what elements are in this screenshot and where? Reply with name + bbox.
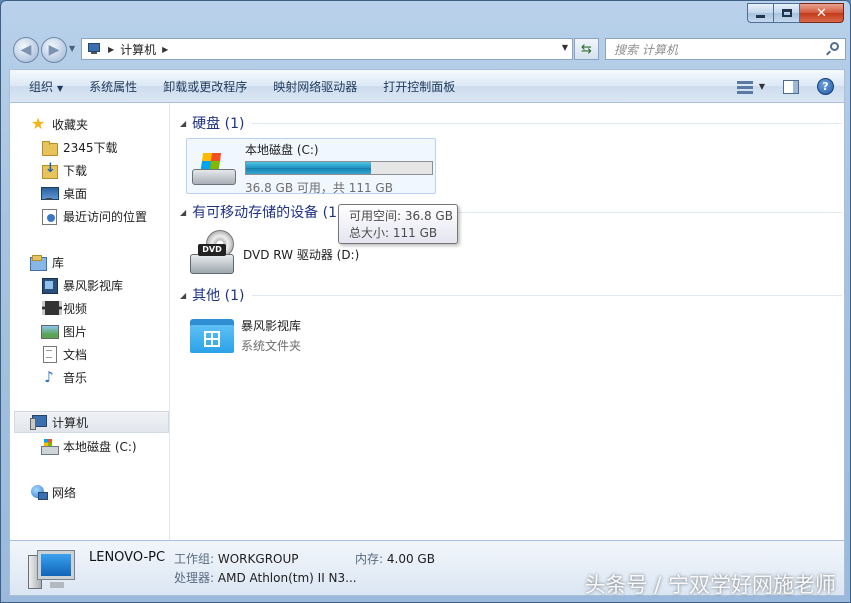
collapse-arrow-icon[interactable]: ◢ <box>180 119 186 128</box>
close-button[interactable]: ✕ <box>800 3 844 23</box>
sidebar-item-computer[interactable]: 计算机 <box>14 411 169 433</box>
pictures-icon <box>41 323 59 339</box>
sidebar-item-music[interactable]: ♪ 音乐 <box>41 366 87 388</box>
memory-info: 内存: 4.00 GB <box>355 552 435 566</box>
uninstall-program-button[interactable]: 卸载或更改程序 <box>150 78 260 95</box>
search-input[interactable]: 搜索 计算机 <box>614 41 678 58</box>
address-bar[interactable]: ▶ 计算机 ▶ ▼ <box>81 38 573 60</box>
recent-pages-dropdown[interactable]: ▼ <box>69 44 75 53</box>
folder-icon <box>41 139 58 156</box>
recent-places-icon <box>41 208 57 225</box>
computer-icon <box>30 414 47 430</box>
network-icon <box>30 484 48 500</box>
navigation-bar: ◀ ▶ ▼ ▶ 计算机 ▶ ▼ ⇆ 搜索 计算机 <box>1 34 850 64</box>
sidebar-item-local-disk-c[interactable]: 本地磁盘 (C:) <box>41 435 137 457</box>
sidebar-item-network[interactable]: 网络 <box>30 481 76 503</box>
collapse-arrow-icon[interactable]: ◢ <box>180 291 186 300</box>
map-network-drive-button[interactable]: 映射网络驱动器 <box>260 78 370 95</box>
refresh-icon: ⇆ <box>581 41 592 57</box>
close-icon: ✕ <box>816 5 827 21</box>
divider <box>252 122 842 124</box>
library-tile-baofeng[interactable]: 暴风影视库 系统文件夹 <box>188 315 428 359</box>
drive-name: DVD RW 驱动器 (D:) <box>243 247 360 262</box>
breadcrumb-chevron-icon[interactable]: ▶ <box>108 45 114 54</box>
command-bar: 组织 ▼ 系统属性 卸载或更改程序 映射网络驱动器 打开控制面板 ▼ ? <box>9 69 845 103</box>
search-icon[interactable] <box>826 42 839 56</box>
drive-tooltip: 可用空间: 36.8 GB 总大小: 111 GB <box>338 204 458 244</box>
minimize-button[interactable] <box>747 3 774 23</box>
hard-drive-icon <box>190 149 238 189</box>
computer-icon <box>28 549 76 591</box>
breadcrumb-computer[interactable]: 计算机 <box>120 41 156 58</box>
media-library-icon <box>188 315 236 355</box>
drive-space-text: 36.8 GB 可用，共 111 GB <box>245 181 393 195</box>
watermark-text: 头条号 / 宁双学好网施老师 <box>584 573 836 597</box>
maximize-button[interactable] <box>774 3 800 23</box>
sidebar-item-downloads[interactable]: 下载 <box>41 159 87 181</box>
search-box[interactable]: 搜索 计算机 <box>605 38 846 60</box>
disk-usage-bar <box>245 161 433 175</box>
breadcrumb-chevron-icon[interactable]: ▶ <box>162 45 168 54</box>
drive-tile-c[interactable]: 本地磁盘 (C:) 36.8 GB 可用，共 111 GB <box>186 138 436 195</box>
forward-button[interactable]: ▶ <box>41 37 67 63</box>
downloads-icon <box>41 161 58 179</box>
navigation-pane: ★ 收藏夹 2345下载 下载 桌面 最近访问的位置 库 <box>10 103 170 540</box>
processor-info: 处理器: AMD Athlon(tm) II N3... <box>174 571 357 585</box>
sidebar-item-favorites[interactable]: ★ 收藏夹 <box>30 113 88 135</box>
window-controls: ✕ <box>747 3 844 23</box>
video-icon <box>41 300 62 316</box>
sidebar-item-2345-downloads[interactable]: 2345下载 <box>41 136 118 158</box>
sidebar-item-libraries[interactable]: 库 <box>30 251 64 273</box>
organize-button[interactable]: 组织 ▼ <box>10 78 76 95</box>
sidebar-item-desktop[interactable]: 桌面 <box>41 182 87 204</box>
computer-name: LENOVO-PC <box>89 550 166 565</box>
drive-name: 本地磁盘 (C:) <box>245 143 319 157</box>
desktop-icon <box>41 185 59 201</box>
sidebar-item-baofeng-library[interactable]: 暴风影视库 <box>41 274 123 296</box>
computer-icon <box>86 43 102 55</box>
maximize-icon <box>781 9 792 17</box>
group-header-hard-disks[interactable]: ◢ 硬盘 (1) <box>180 113 842 133</box>
view-options-dropdown[interactable]: ▼ <box>759 82 765 91</box>
sidebar-item-pictures[interactable]: 图片 <box>41 320 87 342</box>
collapse-arrow-icon[interactable]: ◢ <box>180 208 186 217</box>
open-control-panel-button[interactable]: 打开控制面板 <box>370 78 468 95</box>
group-header-other[interactable]: ◢ 其他 (1) <box>180 285 842 305</box>
system-properties-button[interactable]: 系统属性 <box>76 78 150 95</box>
document-icon <box>41 346 57 363</box>
sidebar-item-recent-places[interactable]: 最近访问的位置 <box>41 205 147 227</box>
address-dropdown-icon[interactable]: ▼ <box>562 43 568 52</box>
tooltip-total-size: 总大小: 111 GB <box>349 226 438 240</box>
sidebar-item-videos[interactable]: 视频 <box>41 297 87 319</box>
content-area: ★ 收藏夹 2345下载 下载 桌面 最近访问的位置 库 <box>9 103 845 540</box>
explorer-window: ✕ ◀ ▶ ▼ ▶ 计算机 ▶ ▼ ⇆ 搜索 计算机 组织 ▼ 系统属性 卸载或更… <box>0 0 851 603</box>
music-icon: ♪ <box>44 368 54 386</box>
sidebar-item-documents[interactable]: 文档 <box>41 343 87 365</box>
hard-drive-icon <box>41 438 59 455</box>
dvd-drive-icon: DVD <box>188 230 236 278</box>
file-list: ◢ 硬盘 (1) 本地磁盘 (C:) 36.8 GB 可用，共 111 GB ◢… <box>171 103 844 540</box>
preview-pane-icon[interactable] <box>783 79 799 94</box>
tooltip-free-space: 可用空间: 36.8 GB <box>349 209 453 223</box>
minimize-icon <box>756 15 765 18</box>
media-library-icon <box>41 277 58 294</box>
change-view-icon[interactable] <box>736 80 753 94</box>
group-header-removable[interactable]: ◢ 有可移动存储的设备 (1) <box>180 202 842 222</box>
library-type: 系统文件夹 <box>241 339 302 353</box>
back-button[interactable]: ◀ <box>13 37 39 63</box>
divider <box>252 294 842 296</box>
star-icon: ★ <box>30 114 46 133</box>
library-name: 暴风影视库 <box>241 319 302 333</box>
chevron-down-icon: ▼ <box>57 83 64 93</box>
help-icon[interactable]: ? <box>817 78 834 95</box>
refresh-button[interactable]: ⇆ <box>574 38 599 60</box>
workgroup-info: 工作组: WORKGROUP <box>174 552 299 566</box>
libraries-icon <box>30 254 47 271</box>
